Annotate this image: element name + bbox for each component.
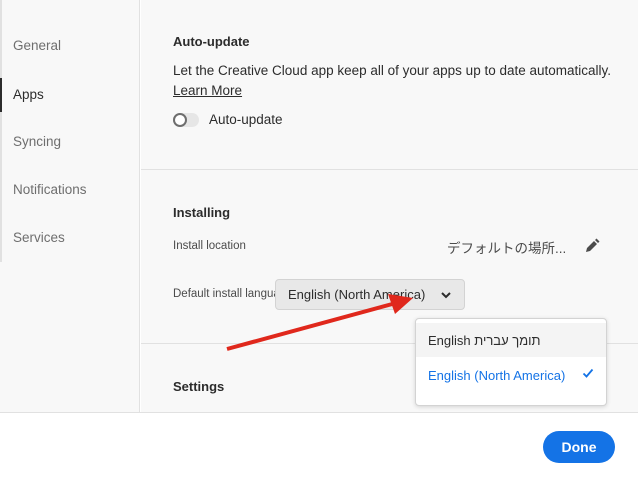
autoupdate-toggle[interactable] (173, 113, 199, 127)
settings-heading: Settings (173, 379, 225, 394)
selected-language: English (North America) (288, 287, 426, 302)
sidebar-item-apps[interactable]: Apps (13, 87, 44, 102)
pencil-icon[interactable] (584, 238, 600, 254)
active-indicator (0, 78, 2, 112)
sidebar-item-services[interactable]: Services (13, 230, 65, 245)
chevron-down-icon (441, 292, 451, 299)
autoupdate-heading: Auto-update (173, 34, 250, 49)
learn-more-link[interactable]: Learn More (173, 83, 242, 98)
default-language-select[interactable]: English (North America) (275, 279, 465, 310)
done-button[interactable]: Done (543, 431, 615, 463)
install-location-label: Install location (173, 240, 246, 252)
language-option-north-america[interactable]: English (North America) (416, 358, 606, 392)
option-label: English (North America) (428, 368, 566, 383)
autoupdate-description: Let the Creative Cloud app keep all of y… (173, 63, 612, 78)
install-location-value: デフォルトの場所... (447, 241, 567, 256)
autoupdate-section: Auto-update Let the Creative Cloud app k… (141, 0, 638, 170)
sidebar: General Apps Syncing Notifications Servi… (0, 0, 140, 412)
autoupdate-toggle-label: Auto-update (209, 112, 283, 127)
sidebar-item-general[interactable]: General (13, 38, 61, 53)
checkmark-icon (582, 368, 594, 378)
sidebar-rail (0, 0, 2, 262)
sidebar-item-syncing[interactable]: Syncing (13, 134, 61, 149)
language-dropdown-menu: English תומך עברית English (North Americ… (415, 318, 607, 406)
installing-heading: Installing (173, 205, 231, 220)
language-option-hebrew[interactable]: English תומך עברית (416, 323, 606, 357)
sidebar-item-notifications[interactable]: Notifications (13, 182, 87, 197)
